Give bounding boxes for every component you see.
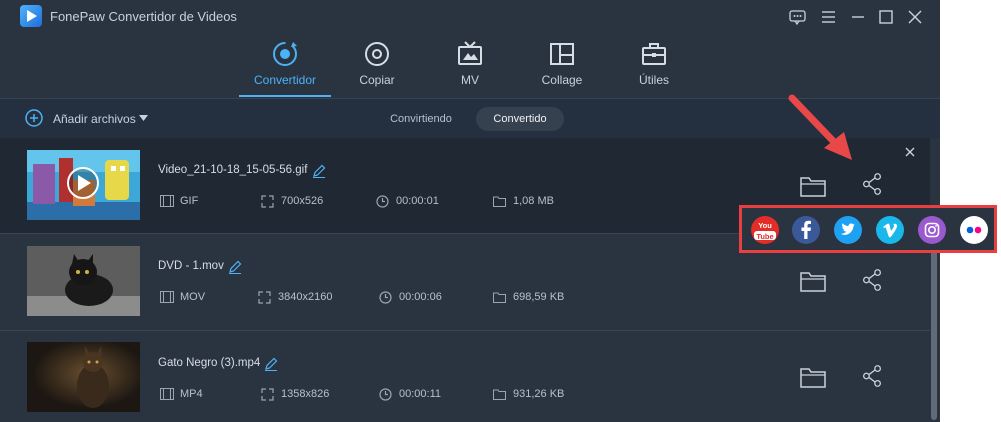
vimeo-icon bbox=[876, 216, 904, 244]
converter-icon bbox=[271, 40, 299, 68]
file-format-value: GIF bbox=[180, 195, 199, 207]
twitter-icon bbox=[834, 216, 862, 244]
clock-icon bbox=[379, 388, 392, 401]
file-row[interactable]: Gato Negro (3).mp4 MP4 1358x826 00:00:11… bbox=[0, 331, 930, 422]
tab-convertido[interactable]: Convertido bbox=[476, 107, 564, 131]
file-resolution-value: 3840x2160 bbox=[278, 291, 333, 303]
film-icon bbox=[160, 195, 174, 207]
open-folder-icon[interactable] bbox=[799, 173, 827, 199]
youtube-share-button[interactable]: You Tube bbox=[751, 216, 779, 244]
file-format-value: MP4 bbox=[180, 388, 203, 400]
file-name: Gato Negro (3).mp4 bbox=[158, 357, 261, 369]
file-size-value: 1,08 MB bbox=[513, 195, 554, 207]
tv-icon bbox=[456, 40, 484, 68]
maximize-icon[interactable] bbox=[876, 7, 896, 27]
file-duration-value: 00:00:11 bbox=[399, 388, 442, 400]
share-icon[interactable] bbox=[858, 171, 886, 197]
app-logo-icon bbox=[20, 5, 42, 27]
scrollbar-thumb[interactable] bbox=[931, 230, 937, 420]
facebook-share-button[interactable] bbox=[792, 216, 820, 244]
tab-copiar[interactable]: Copiar bbox=[331, 34, 423, 98]
film-icon bbox=[160, 291, 174, 303]
tab-utiles-label: Útiles bbox=[638, 73, 669, 87]
file-name: DVD - 1.mov bbox=[158, 260, 224, 272]
video-thumbnail[interactable] bbox=[27, 342, 140, 412]
collage-icon bbox=[548, 40, 576, 68]
share-icon[interactable] bbox=[858, 363, 886, 389]
feedback-icon[interactable] bbox=[788, 7, 808, 27]
open-folder-icon[interactable] bbox=[799, 364, 827, 390]
open-folder-icon[interactable] bbox=[799, 268, 827, 294]
vimeo-share-button[interactable] bbox=[876, 216, 904, 244]
title-bar: FonePaw Convertidor de Videos bbox=[0, 0, 940, 34]
instagram-share-button[interactable] bbox=[918, 216, 946, 244]
clock-icon bbox=[376, 195, 389, 208]
share-icon[interactable] bbox=[858, 267, 886, 293]
close-icon[interactable] bbox=[903, 145, 917, 159]
edit-name-icon[interactable] bbox=[228, 260, 242, 274]
tab-mv-label: MV bbox=[461, 73, 479, 87]
caret-down-icon[interactable] bbox=[139, 115, 148, 121]
folder-small-icon bbox=[493, 196, 506, 207]
flickr-share-button[interactable] bbox=[960, 216, 988, 244]
add-files-label: Añadir archivos bbox=[53, 112, 136, 126]
file-size-value: 931,26 KB bbox=[513, 388, 565, 400]
film-icon bbox=[160, 388, 174, 400]
video-thumbnail[interactable] bbox=[27, 150, 140, 220]
disc-copy-icon bbox=[363, 40, 391, 68]
resolution-icon bbox=[261, 388, 274, 401]
file-size-value: 698,59 KB bbox=[513, 291, 565, 303]
video-thumbnail[interactable] bbox=[27, 246, 140, 316]
clock-icon bbox=[379, 291, 392, 304]
flickr-icon bbox=[960, 216, 988, 244]
twitter-share-button[interactable] bbox=[834, 216, 862, 244]
tab-collage[interactable]: Collage bbox=[516, 34, 608, 98]
close-window-icon[interactable] bbox=[905, 7, 925, 27]
resolution-icon bbox=[261, 195, 274, 208]
youtube-text-top: You bbox=[758, 221, 772, 230]
main-nav: Convertidor Copiar MV Collage Útiles bbox=[0, 34, 940, 98]
toolbox-icon bbox=[640, 40, 668, 68]
folder-small-icon bbox=[493, 292, 506, 303]
file-duration-value: 00:00:01 bbox=[396, 195, 439, 207]
facebook-icon bbox=[792, 216, 820, 244]
instagram-icon bbox=[918, 216, 946, 244]
tab-convertidor-label: Convertidor bbox=[253, 73, 317, 87]
annotation-arrow-icon bbox=[788, 94, 852, 160]
tab-convirtiendo[interactable]: Convirtiendo bbox=[378, 109, 464, 129]
tab-copiar-label: Copiar bbox=[359, 73, 395, 87]
active-tab-indicator bbox=[239, 95, 331, 97]
file-resolution-value: 700x526 bbox=[281, 195, 324, 207]
file-resolution-value: 1358x826 bbox=[281, 388, 330, 400]
add-icon bbox=[25, 109, 43, 127]
resolution-icon bbox=[258, 291, 271, 304]
edit-name-icon[interactable] bbox=[264, 357, 278, 371]
youtube-text-bottom: Tube bbox=[756, 232, 774, 241]
tab-convertidor[interactable]: Convertidor bbox=[239, 34, 331, 98]
share-services-panel: You Tube bbox=[739, 205, 997, 253]
file-duration-value: 00:00:06 bbox=[399, 291, 442, 303]
menu-icon[interactable] bbox=[818, 7, 838, 27]
minimize-icon[interactable] bbox=[848, 7, 868, 27]
app-title: FonePaw Convertidor de Videos bbox=[50, 9, 237, 24]
tab-utiles[interactable]: Útiles bbox=[608, 34, 700, 98]
tab-mv[interactable]: MV bbox=[424, 34, 516, 98]
edit-name-icon[interactable] bbox=[312, 164, 326, 178]
folder-small-icon bbox=[493, 389, 506, 400]
file-format-value: MOV bbox=[180, 291, 206, 303]
tab-collage-label: Collage bbox=[541, 73, 583, 87]
file-name: Video_21-10-18_15-05-56.gif bbox=[158, 164, 308, 176]
